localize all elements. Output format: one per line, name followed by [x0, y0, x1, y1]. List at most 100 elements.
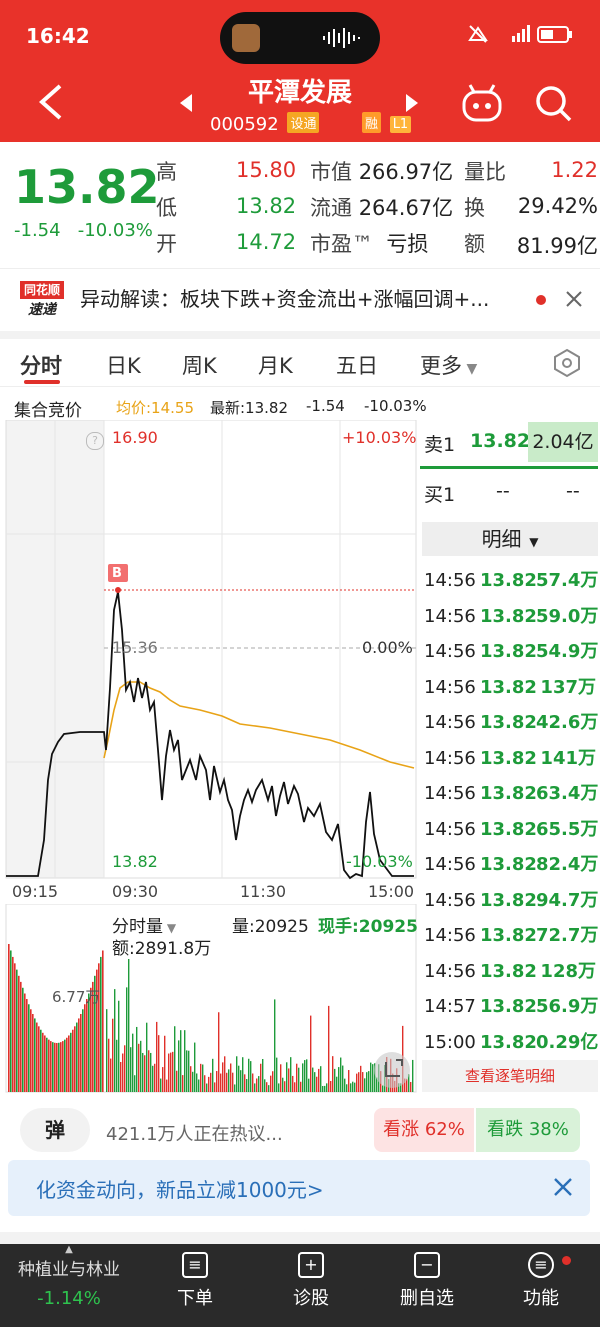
volume-bar: [258, 1076, 260, 1092]
volume-bar: [218, 1012, 220, 1092]
view-all-trades-button[interactable]: 查看逐笔明细: [422, 1060, 598, 1092]
volume-bar: [190, 1066, 192, 1092]
settings-hexagon-icon[interactable]: [552, 348, 582, 382]
trade-time: 14:56: [424, 712, 476, 733]
volume-bar: [352, 1081, 354, 1092]
volume-bar: [270, 1075, 272, 1092]
change-percent: -10.03%: [77, 220, 153, 241]
tab-active-indicator: [24, 380, 60, 384]
volume-bar: [230, 1063, 232, 1092]
danmaku-toggle-icon[interactable]: 弹: [20, 1108, 90, 1152]
minus-icon: −: [414, 1252, 440, 1278]
volume-bar: [326, 1083, 328, 1092]
trade-volume: 56.9万: [536, 996, 599, 1017]
volume-bar: [132, 1033, 134, 1092]
trade-row: 14:56 13.82 137万: [424, 673, 598, 699]
dynamic-island: [220, 12, 380, 64]
volume-bar: [128, 949, 130, 1092]
bottom-nav: ▲ 种植业与林业 -1.14% ≡ 下单 + 诊股 − 删自选 ≡ 功能: [0, 1244, 600, 1327]
expand-icon[interactable]: [374, 1052, 410, 1088]
volume-bar: [68, 1035, 70, 1092]
volume-bar: [316, 1076, 318, 1092]
volume-bar: [274, 999, 276, 1092]
search-icon[interactable]: [534, 84, 574, 128]
volume-bar: [180, 1030, 182, 1092]
volume-bar: [228, 1069, 230, 1092]
market-cap-value: 266.97亿: [358, 160, 454, 184]
trade-volume: 141万: [540, 747, 596, 769]
bullish-button[interactable]: 看涨 62%: [374, 1108, 474, 1152]
stock-code: 000592: [210, 114, 279, 135]
open-label: 开: [156, 232, 177, 256]
close-icon[interactable]: [552, 1176, 574, 1202]
bottom-price-label: 13.82: [112, 852, 158, 871]
volume-bar: [324, 1085, 326, 1092]
bearish-button[interactable]: 看跌 38%: [476, 1108, 580, 1152]
volume-bar: [234, 1084, 236, 1092]
trade-volume: 137万: [540, 676, 596, 698]
volume-bar: [42, 1032, 44, 1092]
sell1-label: 卖1: [424, 434, 456, 456]
turnover-value: 29.42%: [517, 194, 598, 218]
volume-bar: [78, 1018, 80, 1092]
volume-bar: [30, 1009, 32, 1092]
volume-ratio-value: 1.22: [551, 158, 598, 182]
tab-five-day[interactable]: 五日: [336, 350, 378, 380]
detail-dropdown[interactable]: 明细 ▼: [422, 522, 598, 556]
volume-bar: [64, 1039, 66, 1092]
nav-order[interactable]: ≡ 下单: [150, 1252, 240, 1310]
volume-bar: [98, 963, 100, 1092]
volume-bar: [70, 1032, 72, 1092]
trade-price: 13.82: [480, 641, 537, 662]
tab-intraday[interactable]: 分时: [20, 350, 62, 380]
volume-bar: [154, 1063, 156, 1092]
news-banner[interactable]: 同花顺 速递 异动解读：板块下跌+资金流出+涨幅回调+...: [0, 268, 600, 339]
volume-bar: [292, 1075, 294, 1092]
nav-diagnose[interactable]: + 诊股: [266, 1252, 356, 1310]
unread-dot-icon: [536, 295, 546, 305]
trade-time: 14:56: [424, 783, 476, 804]
volume-bar: [36, 1022, 38, 1092]
trade-row: 14:56 13.8257.4万: [424, 566, 598, 592]
volume-bar: [102, 950, 104, 1092]
tab-more[interactable]: 更多 ▼: [420, 350, 477, 380]
volume-bar: [82, 1009, 84, 1092]
promo-text[interactable]: 化资金动向，新品立减1000元>: [36, 1174, 324, 1203]
promo-banner[interactable]: 化资金动向，新品立减1000元>: [8, 1160, 590, 1216]
nav-remove-watchlist[interactable]: − 删自选: [382, 1252, 472, 1310]
intraday-chart[interactable]: B ? 16.90 +10.03% 15.36 0.00% 13.82 -10.…: [0, 419, 418, 880]
volume-bar: [182, 1075, 184, 1092]
robot-assistant-icon[interactable]: [460, 82, 504, 130]
volume-bar: [28, 1004, 30, 1092]
volume-bar: [50, 1041, 52, 1092]
volume-bar: [260, 1063, 262, 1092]
discussion-text[interactable]: 421.1万人正在热议...: [106, 1120, 283, 1146]
volume-bar: [138, 1043, 140, 1092]
volume-bar: [276, 1057, 278, 1092]
notification-dot-icon: [562, 1256, 571, 1265]
volume-chart[interactable]: 分时量 ▼ 量:20925 现手:20925 额:2891.8万 6.77万: [0, 903, 418, 1094]
news-text[interactable]: 异动解读：板块下跌+资金流出+涨幅回调+...: [80, 283, 489, 312]
volume-bar: [116, 1039, 118, 1092]
volume-bar: [266, 1082, 268, 1092]
sector-button[interactable]: ▲ 种植业与林业 -1.14%: [0, 1244, 138, 1327]
tab-monthly-k[interactable]: 月K: [258, 350, 293, 380]
volume-bar: [40, 1029, 42, 1092]
volume-bar: [342, 1065, 344, 1092]
volume-bar: [350, 1083, 352, 1092]
volume-bar: [174, 1026, 176, 1092]
nav-functions[interactable]: ≡ 功能: [496, 1252, 586, 1310]
chevron-up-icon: ▲: [65, 1244, 73, 1255]
volume-bar: [204, 1075, 206, 1092]
close-icon[interactable]: [564, 289, 584, 313]
tab-daily-k[interactable]: 日K: [106, 350, 141, 380]
help-icon[interactable]: ?: [86, 432, 104, 450]
tab-weekly-k[interactable]: 周K: [182, 350, 217, 380]
sell1-price: 13.82: [470, 430, 531, 452]
volume-bar: [330, 1080, 332, 1092]
latest-price: 最新:13.82: [210, 399, 288, 417]
volume-bar: [18, 975, 20, 1092]
volume-bar: [164, 1035, 166, 1092]
volume-bar: [148, 1050, 150, 1092]
volume-bar: [108, 1038, 110, 1092]
